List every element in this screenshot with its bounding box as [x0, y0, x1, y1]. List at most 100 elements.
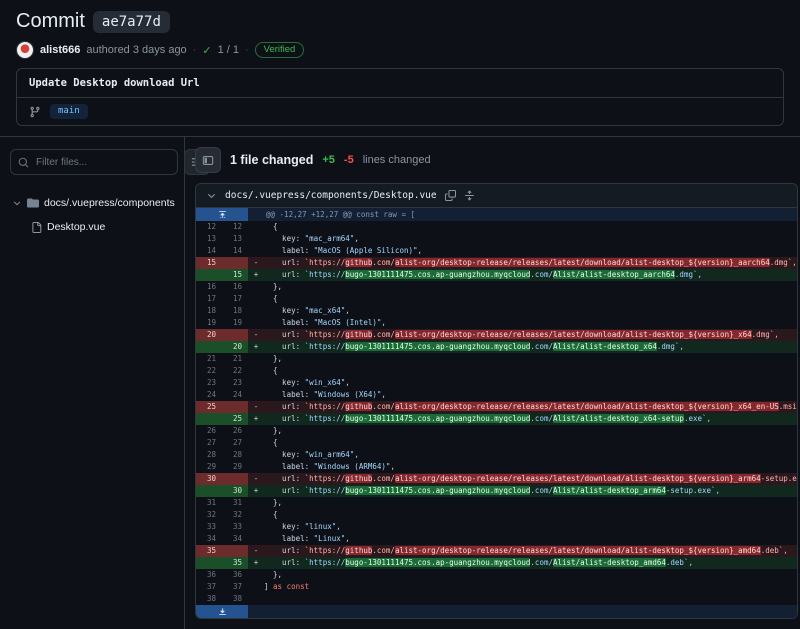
- old-line-number[interactable]: 24: [196, 389, 222, 401]
- sidebar-toggle-button[interactable]: [195, 147, 221, 173]
- new-line-number[interactable]: 30: [222, 485, 248, 497]
- diff-row: 20+ url: `https://bugo-1301111475.cos.ap…: [196, 341, 797, 353]
- new-line-number[interactable]: 36: [222, 569, 248, 581]
- new-line-number[interactable]: [222, 329, 248, 341]
- collapse-file-chevron-icon[interactable]: [206, 190, 217, 201]
- diff-view: @@ -12,27 +12,27 @@ const raw = [ 1212 {…: [196, 208, 797, 618]
- code-line: label: "Linux",: [264, 533, 797, 545]
- diff-row: 3232 {: [196, 509, 797, 521]
- old-line-number[interactable]: 31: [196, 497, 222, 509]
- new-line-number[interactable]: 27: [222, 437, 248, 449]
- filter-files-field[interactable]: [10, 149, 178, 175]
- old-line-number[interactable]: 12: [196, 221, 222, 233]
- diff-row: 2727 {: [196, 437, 797, 449]
- new-line-number[interactable]: [222, 257, 248, 269]
- new-line-number[interactable]: 15: [222, 269, 248, 281]
- old-line-number[interactable]: 37: [196, 581, 222, 593]
- code-line: url: `https://github.com/alist-org/deskt…: [264, 473, 797, 485]
- old-line-number[interactable]: 38: [196, 593, 222, 605]
- new-line-number[interactable]: 16: [222, 281, 248, 293]
- diff-row: 25- url: `https://github.com/alist-org/d…: [196, 401, 797, 413]
- author-name[interactable]: alist666: [40, 44, 80, 56]
- sidebar-item-file[interactable]: Desktop.vue: [29, 215, 174, 239]
- new-line-number[interactable]: 14: [222, 245, 248, 257]
- filter-files-input[interactable]: [34, 156, 170, 169]
- new-line-number[interactable]: 21: [222, 353, 248, 365]
- diff-row: 15- url: `https://github.com/alist-org/d…: [196, 257, 797, 269]
- new-line-number[interactable]: 29: [222, 461, 248, 473]
- deletions-count: -5: [344, 154, 354, 166]
- new-line-number[interactable]: 28: [222, 449, 248, 461]
- diff-row: 2121 },: [196, 353, 797, 365]
- new-line-number[interactable]: 18: [222, 305, 248, 317]
- diff-file-header: docs/.vuepress/components/Desktop.vue: [196, 184, 797, 208]
- new-line-number[interactable]: 17: [222, 293, 248, 305]
- avatar[interactable]: [16, 41, 34, 59]
- new-line-number[interactable]: 23: [222, 377, 248, 389]
- old-line-number[interactable]: 35: [196, 545, 222, 557]
- expand-all-icon[interactable]: [464, 190, 475, 201]
- diff-row: 2929 label: "Windows (ARM64)",: [196, 461, 797, 473]
- old-line-number[interactable]: 13: [196, 233, 222, 245]
- diff-file-card: docs/.vuepress/components/Desktop.vue @@…: [195, 183, 798, 619]
- old-line-number[interactable]: 16: [196, 281, 222, 293]
- old-line-number[interactable]: 18: [196, 305, 222, 317]
- old-line-number[interactable]: 19: [196, 317, 222, 329]
- new-line-number[interactable]: 38: [222, 593, 248, 605]
- new-line-number[interactable]: 26: [222, 425, 248, 437]
- old-line-number[interactable]: 28: [196, 449, 222, 461]
- new-line-number[interactable]: 35: [222, 557, 248, 569]
- old-line-number[interactable]: 14: [196, 245, 222, 257]
- old-line-number[interactable]: 22: [196, 365, 222, 377]
- diff-marker: [248, 449, 264, 461]
- old-line-number[interactable]: 17: [196, 293, 222, 305]
- diff-row: 3636 },: [196, 569, 797, 581]
- old-line-number[interactable]: 21: [196, 353, 222, 365]
- new-line-number[interactable]: 32: [222, 509, 248, 521]
- new-line-number[interactable]: 20: [222, 341, 248, 353]
- separator-dot: ·: [245, 44, 249, 56]
- new-line-number[interactable]: [222, 545, 248, 557]
- old-line-number[interactable]: 30: [196, 473, 222, 485]
- old-line-number[interactable]: 34: [196, 533, 222, 545]
- old-line-number[interactable]: 27: [196, 437, 222, 449]
- old-line-number[interactable]: 32: [196, 509, 222, 521]
- expand-up-button[interactable]: [196, 208, 248, 221]
- old-line-number[interactable]: 36: [196, 569, 222, 581]
- new-line-number[interactable]: 22: [222, 365, 248, 377]
- old-line-number[interactable]: 20: [196, 329, 222, 341]
- new-line-number[interactable]: 33: [222, 521, 248, 533]
- diff-marker: [248, 353, 264, 365]
- new-line-number[interactable]: 13: [222, 233, 248, 245]
- new-line-number[interactable]: [222, 401, 248, 413]
- file-tree-sidebar: docs/.vuepress/components Desktop.vue: [0, 137, 185, 629]
- verified-badge[interactable]: Verified: [255, 42, 305, 58]
- old-line-number[interactable]: [196, 557, 222, 569]
- diff-marker: [248, 569, 264, 581]
- old-line-number[interactable]: 25: [196, 401, 222, 413]
- old-line-number[interactable]: [196, 413, 222, 425]
- new-line-number[interactable]: 34: [222, 533, 248, 545]
- new-line-number[interactable]: 24: [222, 389, 248, 401]
- old-line-number[interactable]: [196, 269, 222, 281]
- old-line-number[interactable]: 26: [196, 425, 222, 437]
- old-line-number[interactable]: 23: [196, 377, 222, 389]
- new-line-number[interactable]: 19: [222, 317, 248, 329]
- diff-file-path[interactable]: docs/.vuepress/components/Desktop.vue: [225, 190, 437, 201]
- new-line-number[interactable]: 37: [222, 581, 248, 593]
- checks-count[interactable]: 1 / 1: [218, 44, 239, 56]
- new-line-number[interactable]: 25: [222, 413, 248, 425]
- new-line-number[interactable]: [222, 473, 248, 485]
- sidebar-item-folder[interactable]: docs/.vuepress/components: [10, 191, 174, 215]
- old-line-number[interactable]: 33: [196, 521, 222, 533]
- old-line-number[interactable]: 29: [196, 461, 222, 473]
- new-line-number[interactable]: 12: [222, 221, 248, 233]
- old-line-number[interactable]: [196, 485, 222, 497]
- code-line: ] as const: [264, 581, 797, 593]
- new-line-number[interactable]: 31: [222, 497, 248, 509]
- old-line-number[interactable]: 15: [196, 257, 222, 269]
- branch-chip[interactable]: main: [50, 104, 88, 119]
- copy-path-icon[interactable]: [445, 190, 456, 201]
- sidebar-file-label: Desktop.vue: [47, 221, 105, 233]
- old-line-number[interactable]: [196, 341, 222, 353]
